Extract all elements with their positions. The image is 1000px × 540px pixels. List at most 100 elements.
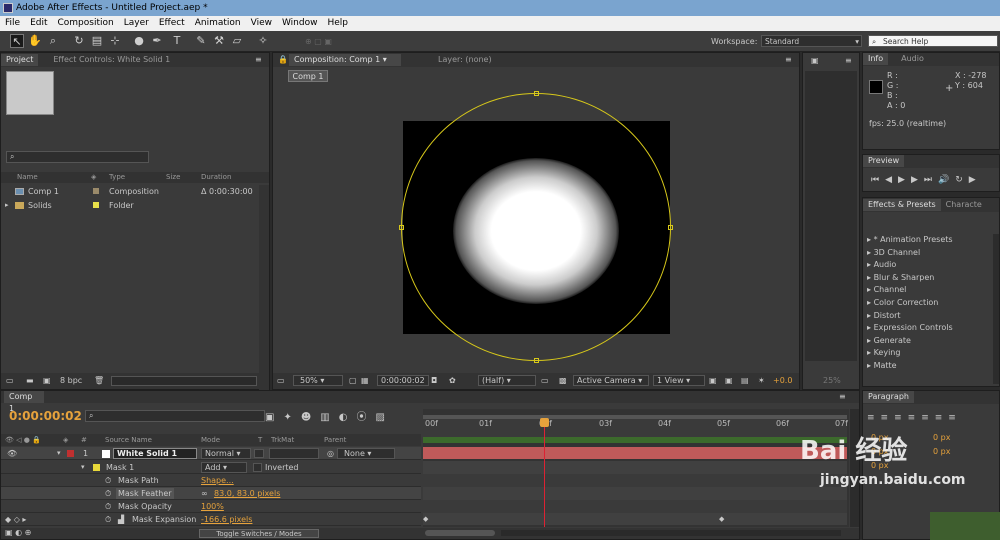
snapshot-icon[interactable]: ◘ <box>431 376 437 385</box>
puppet-pin-tool-icon[interactable]: ✧ <box>256 34 270 48</box>
camera-select[interactable]: Active Camera ▾ <box>573 375 649 386</box>
col-source-name[interactable]: Source Name <box>105 434 152 446</box>
timecode-display[interactable]: 0:00:00:02 <box>377 375 429 386</box>
justify-all-icon[interactable]: ≡ <box>948 413 962 423</box>
hand-tool-icon[interactable]: ✋ <box>28 34 42 48</box>
shy-layers-icon[interactable]: ☻ <box>301 412 320 423</box>
playhead-handle[interactable] <box>540 418 549 427</box>
tab-effects-presets[interactable]: Effects & Presets <box>863 199 941 211</box>
effect-category[interactable]: ▸ Keying <box>867 347 953 360</box>
trkmat-select[interactable] <box>269 448 319 459</box>
mask-vertex-left[interactable] <box>399 225 404 230</box>
effects-scrollbar[interactable] <box>993 234 999 384</box>
parent-select[interactable]: None ▾ <box>337 448 395 459</box>
eye-icon[interactable]: 👁 <box>7 449 17 458</box>
last-frame-icon[interactable]: ⏭ <box>924 175 938 185</box>
play-icon[interactable]: ▶ <box>898 175 911 185</box>
layer-row[interactable]: 👁 ▾ 1 White Solid 1 Normal ▾ ◎ None ▾ <box>1 447 421 460</box>
menu-help[interactable]: Help <box>322 16 353 31</box>
stopwatch-icon[interactable]: ⏱ <box>105 502 111 512</box>
tab-effect-controls[interactable]: Effect Controls: White Solid 1 <box>48 54 175 66</box>
ellipse-tool-icon[interactable]: ● <box>132 34 146 48</box>
indent-right[interactable]: 0 px <box>933 433 950 442</box>
project-search-input[interactable]: ⌕ <box>6 151 149 163</box>
draft-3d-icon[interactable]: ✦ <box>283 412 300 423</box>
channels-icon[interactable]: ✿ <box>449 376 456 385</box>
align-right-icon[interactable]: ≡ <box>894 413 908 423</box>
next-frame-icon[interactable]: ▶ <box>911 175 924 185</box>
workspace-select[interactable]: Standard ▾ <box>761 35 862 47</box>
time-graph[interactable]: 00f 01f 02f 03f 04f 05f 06f 07f ◆ ◆ <box>423 409 849 527</box>
timeline-search-input[interactable]: ⌕ <box>85 410 265 422</box>
mask-path-outline[interactable] <box>401 93 671 361</box>
justify-center-icon[interactable]: ≡ <box>921 413 935 423</box>
effect-category[interactable]: ▸ Matte <box>867 360 953 373</box>
effect-category[interactable]: ▸ Audio <box>867 259 953 272</box>
effect-category[interactable]: ▸ Generate <box>867 335 953 348</box>
brush-tool-icon[interactable]: ✎ <box>194 34 208 48</box>
always-preview-icon[interactable]: ▭ <box>277 376 285 385</box>
menu-composition[interactable]: Composition <box>53 16 119 31</box>
zoom-tool-icon[interactable]: ⌕ <box>46 34 60 48</box>
prop-value[interactable]: 100% <box>201 502 224 511</box>
effect-category[interactable]: ▸ 3D Channel <box>867 247 953 260</box>
trash-icon[interactable]: 🗑 <box>94 376 104 385</box>
first-line-indent[interactable]: 0 px <box>871 461 888 470</box>
layer-name-field[interactable]: White Solid 1 <box>113 448 197 459</box>
effect-category[interactable]: ▸ * Animation Presets <box>867 234 953 247</box>
new-folder-icon[interactable]: ▬ <box>26 376 34 385</box>
stopwatch-active-icon[interactable]: ⏱ <box>105 515 111 525</box>
timeline-timecode[interactable]: 0:00:00:02 <box>9 409 82 423</box>
comp-mini-flowchart-icon[interactable]: ▣ <box>265 412 283 423</box>
menu-file[interactable]: File <box>0 16 25 31</box>
link-icon[interactable]: ∞ <box>201 489 208 498</box>
time-ruler[interactable]: 00f 01f 02f 03f 04f 05f 06f 07f <box>423 419 848 437</box>
label-color-swatch[interactable] <box>67 450 74 457</box>
justify-right-icon[interactable]: ≡ <box>935 413 949 423</box>
flowchart-icon[interactable]: ✶ <box>758 376 765 385</box>
new-comp-icon[interactable]: ▣ <box>43 376 51 385</box>
panel-menu-icon[interactable]: ≡ <box>845 56 852 65</box>
project-row-solids[interactable]: ▸ Solids Folder <box>1 199 261 212</box>
col-name[interactable]: Name <box>17 172 38 183</box>
tab-composition[interactable]: Composition: Comp 1 ▾ <box>289 54 401 66</box>
rotate-tool-icon[interactable]: ↻ <box>72 34 86 48</box>
mute-icon[interactable]: 🔊 <box>938 175 955 185</box>
panel-menu-icon[interactable]: ≡ <box>839 392 846 401</box>
prop-value[interactable]: Shape... <box>201 476 234 485</box>
exposure-value[interactable]: +0.0 <box>773 376 792 385</box>
tab-audio[interactable]: Audio <box>896 53 929 65</box>
expand-arrow-icon[interactable]: ▾ <box>57 449 61 457</box>
mask-vertex-right[interactable] <box>668 225 673 230</box>
toggle-switches-modes-button[interactable]: Toggle Switches / Modes <box>199 529 319 538</box>
justify-left-icon[interactable]: ≡ <box>908 413 922 423</box>
loop-icon[interactable]: ↻ <box>955 175 969 185</box>
search-help-input[interactable]: ⌕ Search Help <box>868 35 998 47</box>
mask-vertex-top[interactable] <box>534 91 539 96</box>
tab-comp1[interactable]: Comp 1 <box>4 391 44 413</box>
timeline-hscroll[interactable] <box>501 530 841 536</box>
project-scrollbar[interactable] <box>259 185 269 425</box>
project-row-comp[interactable]: Comp 1 Composition Δ 0:00:30:00 <box>1 185 261 198</box>
pan-behind-tool-icon[interactable]: ⊹ <box>108 34 122 48</box>
lock-icon[interactable]: 🔒 <box>278 55 288 64</box>
effect-category[interactable]: ▸ Channel <box>867 284 953 297</box>
timeline-vscroll[interactable] <box>850 409 859 527</box>
mask-color-swatch[interactable] <box>93 464 100 471</box>
pen-tool-icon[interactable]: ✒ <box>150 34 164 48</box>
tab-preview[interactable]: Preview <box>863 155 905 167</box>
preserve-transparency-checkbox[interactable] <box>254 449 264 458</box>
mask-vertex-bottom[interactable] <box>534 358 539 363</box>
lock-icon[interactable]: ▣ <box>811 56 819 65</box>
effect-category[interactable]: ▸ Color Correction <box>867 297 953 310</box>
comp-breadcrumb[interactable]: Comp 1 <box>288 70 328 82</box>
motion-blur-icon[interactable]: ◐ <box>339 412 357 423</box>
menu-window[interactable]: Window <box>277 16 323 31</box>
interpret-footage-icon[interactable]: ▭ <box>6 376 14 385</box>
toggle-pixel-aspect-icon[interactable]: ▣ <box>709 376 717 385</box>
eraser-tool-icon[interactable]: ▱ <box>230 34 244 48</box>
menu-view[interactable]: View <box>246 16 277 31</box>
prop-value[interactable]: 83.0, 83.0 pixels <box>214 489 280 498</box>
stopwatch-icon[interactable]: ⏱ <box>105 476 111 486</box>
mask-name[interactable]: Mask 1 <box>106 463 134 472</box>
